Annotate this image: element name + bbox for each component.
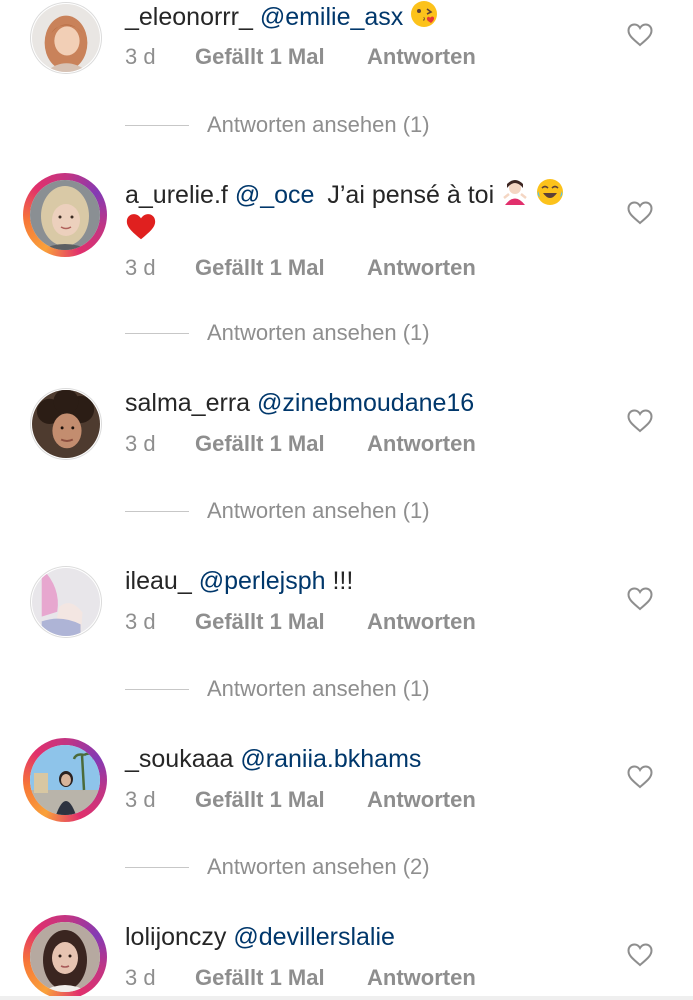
view-replies-button[interactable]: Antworten ansehen (1) — [125, 676, 430, 702]
avatar-girl-blonde-icon — [30, 180, 100, 250]
view-replies-label: Antworten ansehen (1) — [207, 320, 430, 345]
like-heart-icon[interactable] — [627, 943, 653, 967]
like-heart-icon[interactable] — [627, 587, 653, 611]
comment-avatar-story[interactable] — [23, 738, 107, 822]
like-heart-icon[interactable] — [627, 765, 653, 789]
like-heart-icon[interactable] — [627, 201, 653, 225]
comment-body: !!! — [332, 567, 354, 595]
comment-username[interactable]: lolijonczy — [125, 923, 226, 951]
comment-meta: 3 d Gefällt 1 Mal Antworten — [125, 431, 476, 457]
comment-likes[interactable]: Gefällt 1 Mal — [195, 44, 367, 70]
like-heart-icon[interactable] — [627, 409, 653, 433]
comment-likes[interactable]: Gefällt 1 Mal — [195, 255, 367, 281]
comment-time: 3 d — [125, 609, 156, 634]
comment-mention[interactable]: @_oce — [235, 181, 315, 209]
comment-username[interactable]: ileau_ — [125, 567, 192, 595]
comment-meta: 3 d Gefällt 1 Mal Antworten — [125, 44, 476, 70]
view-replies-label: Antworten ansehen (1) — [207, 498, 430, 523]
comment-text: salma_erra @zinebmoudane16 — [125, 386, 603, 420]
avatar-girl-redhair-icon — [32, 4, 100, 72]
comment-text: _soukaaa @raniia.bkhams — [125, 742, 603, 776]
comment-time: 3 d — [125, 787, 156, 812]
red-heart-emoji-icon — [125, 212, 157, 247]
reply-button[interactable]: Antworten — [367, 787, 476, 813]
avatar-curly-hair-icon — [32, 390, 100, 458]
view-replies-button[interactable]: Antworten ansehen (1) — [125, 112, 430, 138]
replies-divider — [125, 866, 189, 868]
replies-divider — [125, 688, 189, 690]
reply-button[interactable]: Antworten — [367, 44, 476, 70]
comment-username[interactable]: _eleonorrr_ — [125, 3, 253, 31]
view-replies-button[interactable]: Antworten ansehen (2) — [125, 854, 430, 880]
view-replies-label: Antworten ansehen (2) — [207, 854, 430, 879]
comment-username[interactable]: salma_erra — [125, 389, 250, 417]
kiss-emoji-icon — [410, 0, 438, 37]
comment-avatar-story[interactable] — [23, 173, 107, 257]
comment-meta: 3 d Gefällt 1 Mal Antworten — [125, 787, 476, 813]
view-replies-button[interactable]: Antworten ansehen (1) — [125, 320, 430, 346]
comment-username[interactable]: _soukaaa — [125, 745, 233, 773]
comment-mention[interactable]: @raniia.bkhams — [240, 745, 421, 773]
comment-username[interactable]: a_urelie.f — [125, 181, 228, 209]
comment-text: a_urelie.f @_oce J’ai pensé à toi — [125, 178, 603, 215]
reply-button[interactable]: Antworten — [367, 609, 476, 635]
comment-likes[interactable]: Gefällt 1 Mal — [195, 787, 367, 813]
view-replies-label: Antworten ansehen (1) — [207, 112, 430, 137]
comment-mention[interactable]: @perlejsph — [199, 567, 326, 595]
comment-mention[interactable]: @zinebmoudane16 — [257, 389, 474, 417]
laughing-emoji-icon — [536, 178, 564, 215]
comment-meta: 3 d Gefällt 1 Mal Antworten — [125, 255, 476, 281]
comment-meta: 3 d Gefällt 1 Mal Antworten — [125, 609, 476, 635]
replies-divider — [125, 124, 189, 126]
comment-time: 3 d — [125, 44, 156, 69]
bottom-divider — [0, 996, 693, 1000]
comment-avatar-story[interactable] — [23, 915, 107, 999]
avatar-pink-top-icon — [32, 568, 100, 636]
comment-avatar[interactable] — [30, 388, 102, 460]
reply-button[interactable]: Antworten — [367, 965, 476, 991]
avatar-street-photo-icon — [30, 745, 100, 815]
comment-text: _eleonorrr_ @emilie_asx — [125, 0, 603, 37]
reply-button[interactable]: Antworten — [367, 431, 476, 457]
comment-likes[interactable]: Gefällt 1 Mal — [195, 965, 367, 991]
comment-mention[interactable]: @devillerslalie — [233, 923, 395, 951]
replies-divider — [125, 510, 189, 512]
view-replies-label: Antworten ansehen (1) — [207, 676, 430, 701]
like-heart-icon[interactable] — [627, 23, 653, 47]
comment-text: ileau_ @perlejsph !!! — [125, 564, 603, 598]
comment-mention[interactable]: @emilie_asx — [260, 3, 403, 31]
comment-meta: 3 d Gefällt 1 Mal Antworten — [125, 965, 476, 991]
replies-divider — [125, 332, 189, 334]
comment-time: 3 d — [125, 255, 156, 280]
reply-button[interactable]: Antworten — [367, 255, 476, 281]
comment-text: lolijonczy @devillerslalie — [125, 920, 603, 954]
comment-likes[interactable]: Gefällt 1 Mal — [195, 609, 367, 635]
woman-shrug-emoji-icon — [501, 178, 529, 215]
comment-time: 3 d — [125, 431, 156, 456]
comment-time: 3 d — [125, 965, 156, 990]
comment-likes[interactable]: Gefällt 1 Mal — [195, 431, 367, 457]
comment-avatar[interactable] — [30, 566, 102, 638]
comment-avatar[interactable] — [30, 2, 102, 74]
avatar-dark-hair-icon — [30, 922, 100, 992]
comment-body: J’ai pensé à toi — [327, 181, 495, 210]
view-replies-button[interactable]: Antworten ansehen (1) — [125, 498, 430, 524]
